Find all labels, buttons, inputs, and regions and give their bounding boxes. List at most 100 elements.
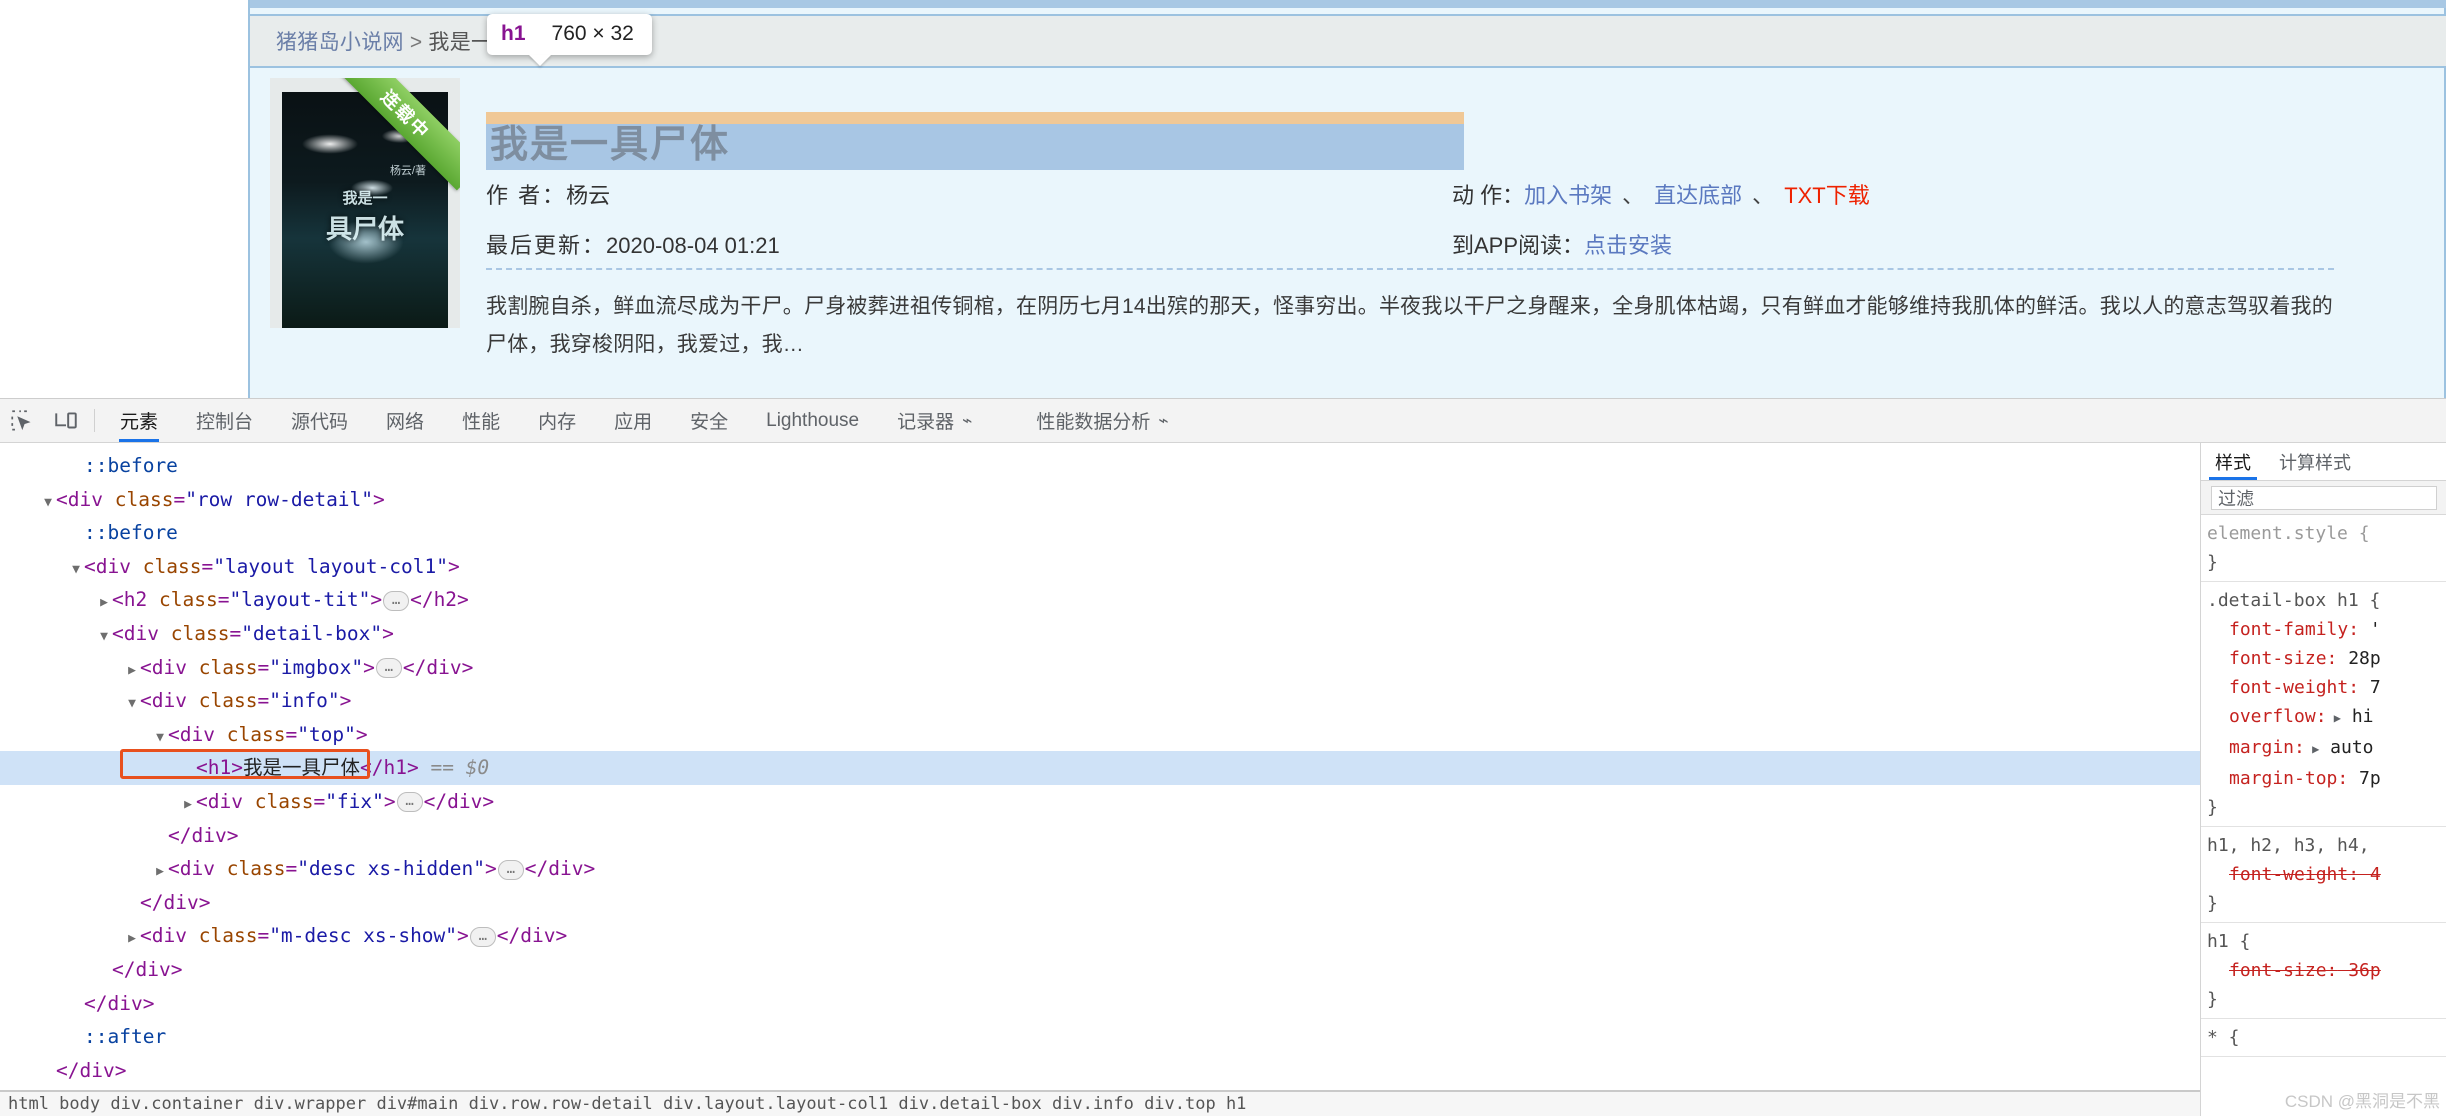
action-separator-1: 、 [1622,183,1645,208]
cover-title-text: 我是一 具尸体 [282,184,448,244]
twisty[interactable]: ▶ [124,654,140,688]
tooltip-tag-name: h1 [501,22,526,45]
tab-performance-insights-label: 性能数据分析 [1036,412,1151,433]
twisty[interactable]: ▼ [40,486,56,520]
app-read-label: 到APP阅读： [1452,233,1585,258]
tab-lighthouse[interactable]: Lighthouse [747,399,878,442]
expand-arrow-icon[interactable]: ▶ [2327,711,2341,725]
tab-security[interactable]: 安全 [671,399,747,442]
dom-node[interactable]: </div> [0,1054,2200,1088]
dom-breadcrumb-bar[interactable]: html body div.container div.wrapper div#… [0,1090,2200,1116]
tab-console[interactable]: 控制台 [177,399,272,442]
twisty[interactable]: ▼ [124,687,140,721]
css-selector[interactable]: .detail-box h1 { [2207,586,2446,615]
beaker-icon-recorder: ⌁ [962,410,973,430]
css-declaration[interactable]: margin: ▶ auto [2207,733,2446,764]
twisty[interactable] [68,452,84,486]
css-declaration[interactable]: font-size: 28p [2207,644,2446,673]
dom-node[interactable]: ::after [0,1020,2200,1054]
device-toolbar-icon[interactable] [44,399,88,442]
css-rule-block[interactable]: * { [2201,1019,2446,1057]
tab-memory[interactable]: 内存 [519,399,595,442]
twisty[interactable] [96,956,112,990]
twisty[interactable] [68,1023,84,1057]
dom-node[interactable]: ▼ <div class="top"> [0,718,2200,752]
twisty[interactable]: ▶ [124,922,140,956]
twisty[interactable]: ▶ [152,855,168,889]
twisty[interactable] [40,1057,56,1090]
dom-node[interactable]: ▼ <div class="detail-box"> [0,617,2200,651]
css-selector[interactable]: element.style { [2207,519,2446,548]
tab-sources[interactable]: 源代码 [272,399,367,442]
styles-tab-list: 样式 计算样式 [2201,443,2446,481]
tab-performance[interactable]: 性能 [443,399,519,442]
css-rule-block[interactable]: h1 {font-size: 36p} [2201,923,2446,1019]
css-rule-close: } [2207,797,2218,818]
twisty[interactable] [180,754,196,788]
web-page-viewport: 猪猪岛小说网>我是一具尸体最新 杨云/著 我是一 具尸体 连载中 我是一具尸体 … [0,0,2446,398]
dom-node[interactable]: ▶ <h2 class="layout-tit">… </h2> [0,583,2200,617]
css-declaration[interactable]: font-weight: 4 [2207,860,2446,889]
css-declaration[interactable]: overflow: ▶ hi [2207,702,2446,733]
dom-node[interactable]: ▼ <div class="row row-detail"> [0,483,2200,517]
css-rule-block[interactable]: element.style {} [2201,515,2446,582]
styles-filter-input[interactable]: 过滤 [2211,485,2437,510]
app-read-row: 到APP阅读：点击安装 [1452,228,1672,260]
breadcrumb-site-link[interactable]: 猪猪岛小说网 [276,31,404,54]
twisty[interactable] [152,822,168,856]
css-declaration[interactable]: margin-top: 7p [2207,764,2446,793]
dom-node[interactable]: ▼ <div class="info"> [0,684,2200,718]
css-rule-block[interactable]: .detail-box h1 {font-family: ' font-size:… [2201,582,2446,827]
twisty[interactable]: ▼ [152,721,168,755]
tab-network[interactable]: 网络 [367,399,443,442]
styles-filter-row: 过滤 [2201,481,2446,515]
tab-performance-insights[interactable]: 性能数据分析 ⌁ [1017,399,1187,442]
dom-node[interactable]: </div> [0,953,2200,987]
css-selector[interactable]: h1 { [2207,927,2446,956]
css-selector[interactable]: * { [2207,1023,2446,1052]
css-selector[interactable]: h1, h2, h3, h4, [2207,831,2446,860]
tab-elements[interactable]: 元素 [101,399,177,442]
devtools-tab-list: 元素 控制台 源代码 网络 性能 内存 应用 安全 Lighthouse 记录器… [101,399,1188,442]
dom-node[interactable]: ▶ <div class="imgbox">… </div> [0,651,2200,685]
css-declaration[interactable]: font-family: ' [2207,615,2446,644]
tab-application-label: 应用 [614,412,653,433]
css-declaration[interactable]: font-weight: 7 [2207,673,2446,702]
dom-node-selected[interactable]: <h1>我是一具尸体</h1> == $0 [0,751,2200,785]
dom-node[interactable]: </div> [0,987,2200,1021]
twisty[interactable]: ▶ [180,788,196,822]
twisty[interactable] [68,519,84,553]
twisty[interactable] [124,889,140,923]
dom-node[interactable]: ▶ <div class="desc xs-hidden">… </div> [0,852,2200,886]
styles-rules-scroll[interactable]: element.style {} .detail-box h1 {font-fam… [2201,515,2446,1116]
tab-styles[interactable]: 样式 [2201,443,2265,480]
tab-recorder[interactable]: 记录器 ⌁ [878,399,991,442]
dom-node[interactable]: ▶ <div class="fix">… </div> [0,785,2200,819]
book-description: 我割腕自杀，鲜血流尽成为干尸。尸身被葬进祖传铜棺，在阴历七月14出殡的那天，怪事… [486,295,2333,356]
tab-computed[interactable]: 计算样式 [2265,443,2365,480]
dom-node[interactable]: ::before [0,449,2200,483]
dom-node[interactable]: </div> [0,886,2200,920]
devtools-panel: 元素 控制台 源代码 网络 性能 内存 应用 安全 Lighthouse 记录器… [0,398,2446,1116]
book-updated-value: 2020-08-04 01:21 [606,233,780,258]
twisty[interactable]: ▼ [96,620,112,654]
expand-arrow-icon[interactable]: ▶ [2305,742,2319,756]
add-to-bookshelf-link[interactable]: 加入书架 [1524,183,1612,208]
dom-node[interactable]: ::before [0,516,2200,550]
dom-node[interactable]: ▶ <div class="m-desc xs-show">… </div> [0,919,2200,953]
tab-application[interactable]: 应用 [595,399,671,442]
book-cover[interactable]: 杨云/著 我是一 具尸体 连载中 [270,78,460,328]
twisty[interactable]: ▶ [96,586,112,620]
txt-download-link[interactable]: TXT下载 [1784,183,1870,208]
inspect-cursor-icon[interactable] [0,399,44,442]
twisty[interactable]: ▼ [68,553,84,587]
book-title: 我是一具尸体 [490,124,731,166]
dom-node[interactable]: ▼ <div class="layout layout-col1"> [0,550,2200,584]
css-rule-block[interactable]: h1, h2, h3, h4, font-weight: 4} [2201,827,2446,923]
twisty[interactable] [68,990,84,1024]
css-declaration[interactable]: font-size: 36p [2207,956,2446,985]
dom-tree[interactable]: ::before ▼ <div class="row row-detail"> ::… [0,443,2200,1090]
install-app-link[interactable]: 点击安装 [1584,233,1672,258]
go-to-bottom-link[interactable]: 直达底部 [1654,183,1742,208]
dom-node[interactable]: </div> [0,819,2200,853]
